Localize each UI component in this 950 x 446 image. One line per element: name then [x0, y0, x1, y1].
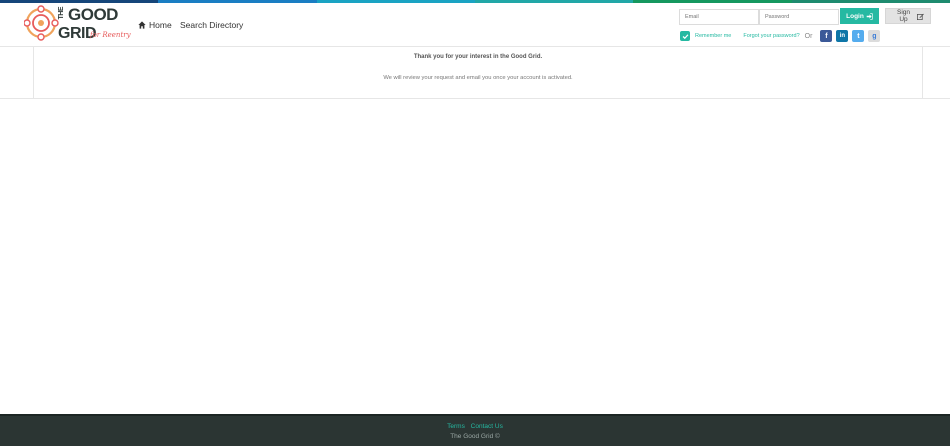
- message-panel: Thank you for your interest in the Good …: [33, 47, 923, 98]
- logo-tagline: for Reentry: [90, 31, 131, 39]
- remember-me-checkbox[interactable]: [680, 31, 690, 41]
- logo-the: THE: [58, 7, 65, 20]
- login-button-label: Login: [846, 12, 864, 20]
- logo-good: GOOD: [68, 5, 118, 24]
- footer-contact-link[interactable]: Contact Us: [471, 423, 503, 430]
- nav-home-label: Home: [149, 20, 172, 30]
- password-input[interactable]: [759, 9, 839, 25]
- email-input[interactable]: [679, 9, 759, 25]
- message-title: Thank you for your interest in the Good …: [413, 54, 543, 60]
- home-icon: [138, 21, 146, 29]
- remember-me-label[interactable]: Remember me: [695, 33, 731, 39]
- forgot-password-link[interactable]: Forgot your password?: [743, 33, 799, 39]
- main-content: Thank you for your interest in the Good …: [0, 47, 950, 99]
- footer-terms-link[interactable]: Terms: [447, 423, 465, 430]
- login-options-row: Remember me Forgot your password? Or f i…: [680, 30, 881, 42]
- signup-button[interactable]: Sign Up: [885, 8, 931, 24]
- twitter-icon[interactable]: t: [852, 30, 865, 42]
- site-header: THE GOOD GRID for Reentry Home Search Di…: [0, 3, 950, 47]
- footer-links: Terms Contact Us: [0, 423, 950, 430]
- footer-copyright: The Good Grid ©: [450, 433, 500, 440]
- checkmark-icon: [682, 33, 688, 39]
- signup-button-label: Sign Up: [897, 9, 911, 23]
- facebook-icon[interactable]: f: [820, 30, 833, 42]
- edit-icon: [917, 13, 924, 20]
- or-label: Or: [804, 32, 813, 40]
- sign-in-icon: [866, 12, 873, 20]
- nav-home-link[interactable]: Home: [138, 20, 172, 30]
- google-icon[interactable]: g: [868, 30, 881, 42]
- logo[interactable]: THE GOOD GRID for Reentry: [23, 5, 134, 45]
- site-footer: Terms Contact Us The Good Grid ©: [0, 414, 950, 446]
- nav-search-directory-link[interactable]: Search Directory: [180, 20, 243, 30]
- message-body: We will review your request and email yo…: [383, 75, 573, 81]
- login-button[interactable]: Login: [840, 8, 879, 24]
- linkedin-icon[interactable]: in: [836, 30, 849, 42]
